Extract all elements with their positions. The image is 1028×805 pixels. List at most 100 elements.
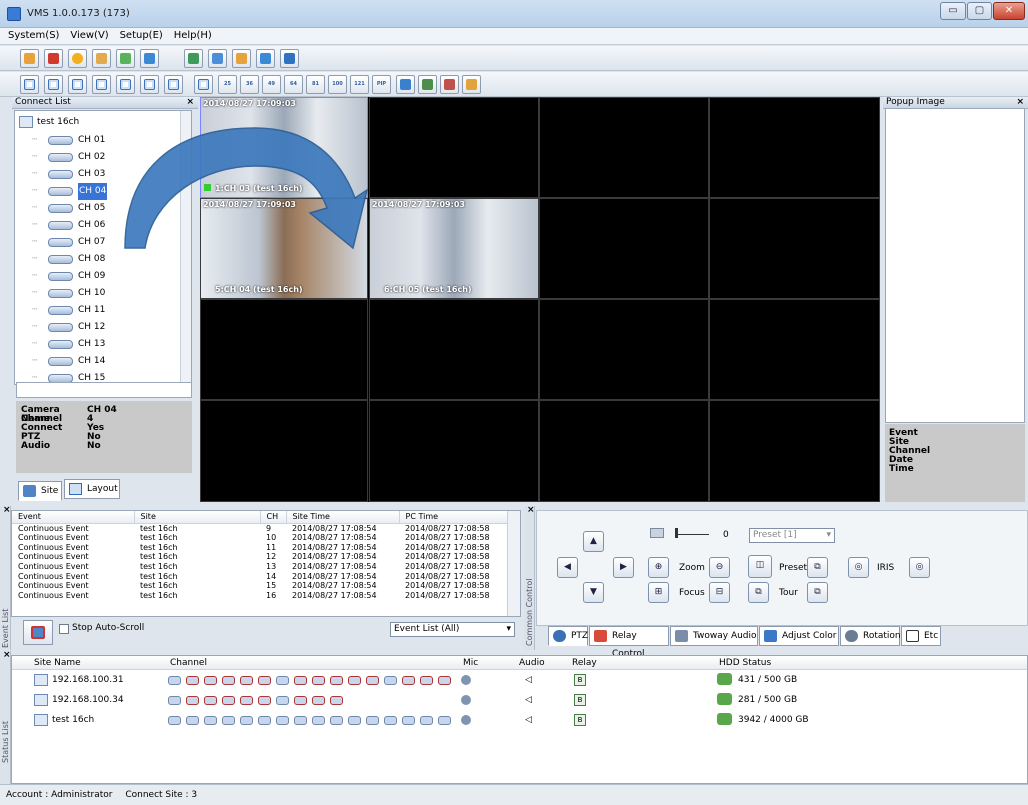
- zoom-out-button[interactable]: ⊖: [709, 557, 730, 578]
- video-cell-16[interactable]: [709, 400, 880, 502]
- event-scrollbar[interactable]: [507, 511, 520, 616]
- status-row[interactable]: test 16ch ◁ B 3942 / 4000 GB: [12, 711, 1027, 729]
- column-site-name[interactable]: Site Name: [34, 658, 81, 668]
- search-user-icon[interactable]: [232, 49, 251, 68]
- close-icon[interactable]: ×: [186, 97, 194, 108]
- stop-autoscroll-checkbox[interactable]: [59, 624, 69, 634]
- alarm-icon[interactable]: [68, 49, 87, 68]
- user-icon[interactable]: [92, 49, 111, 68]
- video-cell-14[interactable]: [369, 400, 539, 502]
- maximize-button[interactable]: ▢: [967, 2, 992, 20]
- layout-100-button[interactable]: 100: [328, 75, 347, 94]
- copy-icon[interactable]: [280, 49, 299, 68]
- tab-site[interactable]: Site: [18, 481, 62, 501]
- preset-select[interactable]: Preset [1] ▾: [749, 528, 835, 543]
- layout-81-button[interactable]: 81: [306, 75, 325, 94]
- column-event[interactable]: Event: [12, 511, 135, 524]
- ptz-down-button[interactable]: ▼: [583, 582, 604, 603]
- table-row[interactable]: Continuous Event test 16ch 10 2014/08/27 17…: [12, 533, 509, 543]
- column-ch[interactable]: CH: [260, 511, 287, 524]
- connect-icon[interactable]: [20, 49, 39, 68]
- layout-4-icon[interactable]: [44, 75, 63, 94]
- close-icon[interactable]: ×: [3, 650, 11, 660]
- event-clear-icon[interactable]: [23, 620, 53, 645]
- record-icon[interactable]: [184, 49, 203, 68]
- layout-49-button[interactable]: 49: [262, 75, 281, 94]
- display-icon[interactable]: [256, 49, 275, 68]
- layout-121-button[interactable]: 121: [350, 75, 369, 94]
- layout-13-icon[interactable]: [164, 75, 183, 94]
- preset-go-button[interactable]: ⧉: [807, 557, 828, 578]
- menu-help[interactable]: Help(H): [174, 30, 212, 41]
- sequence-icon[interactable]: [396, 75, 415, 94]
- tab-etc[interactable]: Etc: [901, 626, 941, 646]
- export-icon[interactable]: [440, 75, 459, 94]
- video-cell-7[interactable]: [539, 198, 709, 299]
- layout-1-icon[interactable]: [20, 75, 39, 94]
- tab-relay-control[interactable]: Relay Control: [589, 626, 669, 659]
- menu-system[interactable]: System(S): [8, 30, 59, 41]
- layout-64-button[interactable]: 64: [284, 75, 303, 94]
- column-hdd-status[interactable]: HDD Status: [719, 658, 771, 668]
- zoom-in-button[interactable]: ⊕: [648, 557, 669, 578]
- tree-channel-item[interactable]: ┄ CH 09: [15, 268, 175, 285]
- tour-go-button[interactable]: ⧉: [807, 582, 828, 603]
- focus-far-button[interactable]: ⊟: [709, 582, 730, 603]
- snapshot-icon[interactable]: [418, 75, 437, 94]
- iris-close-button[interactable]: ◎: [909, 557, 930, 578]
- status-row[interactable]: 192.168.100.34 ◁ B 281 / 500 GB: [12, 691, 1027, 709]
- column-pc-time[interactable]: PC Time: [399, 511, 510, 524]
- video-cell-12[interactable]: [709, 299, 880, 400]
- tree-channel-item[interactable]: ┄ CH 10: [15, 285, 175, 302]
- video-cell-9[interactable]: [200, 299, 368, 400]
- video-cell-4[interactable]: [709, 97, 880, 198]
- tree-channel-item[interactable]: ┄ CH 11: [15, 302, 175, 319]
- iris-open-button[interactable]: ◎: [848, 557, 869, 578]
- menu-view[interactable]: View(V): [70, 30, 108, 41]
- layout-16-icon[interactable]: [194, 75, 213, 94]
- table-row[interactable]: Continuous Event test 16ch 12 2014/08/27 17…: [12, 552, 509, 562]
- column-mic[interactable]: Mic: [463, 658, 478, 668]
- playback-icon[interactable]: [208, 49, 227, 68]
- tree-channel-item[interactable]: ┄ CH 12: [15, 319, 175, 336]
- video-cell-2[interactable]: [369, 97, 539, 198]
- tree-hscroll[interactable]: [16, 382, 192, 398]
- table-row[interactable]: Continuous Event test 16ch 16 2014/08/27 17…: [12, 591, 509, 601]
- layout-9-icon[interactable]: [116, 75, 135, 94]
- video-cell-6[interactable]: 2014/08/27 17:09:03 6:CH 05 (test 16ch): [369, 198, 539, 299]
- event-filter-select[interactable]: Event List (All) ▾: [390, 622, 515, 637]
- table-row[interactable]: Continuous Event test 16ch 15 2014/08/27 17…: [12, 581, 509, 591]
- settings-icon[interactable]: [462, 75, 481, 94]
- close-icon[interactable]: ×: [3, 505, 11, 515]
- ptz-left-button[interactable]: ◀: [557, 557, 578, 578]
- table-row[interactable]: Continuous Event test 16ch 13 2014/08/27 17…: [12, 562, 509, 572]
- video-cell-11[interactable]: [539, 299, 709, 400]
- layout-36-button[interactable]: 36: [240, 75, 259, 94]
- speed-slider[interactable]: [675, 534, 709, 535]
- table-row[interactable]: Continuous Event test 16ch 11 2014/08/27 17…: [12, 542, 509, 552]
- video-cell-3[interactable]: [539, 97, 709, 198]
- video-cell-13[interactable]: [200, 400, 368, 502]
- focus-near-button[interactable]: ⊞: [648, 582, 669, 603]
- video-cell-10[interactable]: [369, 299, 539, 400]
- table-row[interactable]: Continuous Event test 16ch 14 2014/08/27 17…: [12, 571, 509, 581]
- status-row[interactable]: 192.168.100.31 ◁ B 431 / 500 GB: [12, 671, 1027, 689]
- column-site[interactable]: Site: [134, 511, 261, 524]
- disconnect-icon[interactable]: [44, 49, 63, 68]
- tab-twoway-audio[interactable]: Twoway Audio: [670, 626, 758, 646]
- lock-icon[interactable]: [116, 49, 135, 68]
- tab-rotation[interactable]: Rotation: [840, 626, 901, 646]
- close-button[interactable]: ✕: [993, 2, 1025, 20]
- tab-layout[interactable]: Layout: [64, 479, 120, 499]
- video-cell-8[interactable]: [709, 198, 880, 299]
- ptz-right-button[interactable]: ▶: [613, 557, 634, 578]
- layout-10-icon[interactable]: [140, 75, 159, 94]
- tab-ptz[interactable]: PTZ: [548, 626, 588, 646]
- minimize-button[interactable]: ▭: [940, 2, 966, 20]
- monitor-icon[interactable]: [140, 49, 159, 68]
- tour-set-button[interactable]: ⧉: [748, 582, 769, 603]
- preset-set-button[interactable]: ◫: [748, 555, 772, 578]
- ptz-up-button[interactable]: ▲: [583, 531, 604, 552]
- tree-channel-item[interactable]: ┄ CH 14: [15, 353, 175, 370]
- layout-6-icon[interactable]: [68, 75, 87, 94]
